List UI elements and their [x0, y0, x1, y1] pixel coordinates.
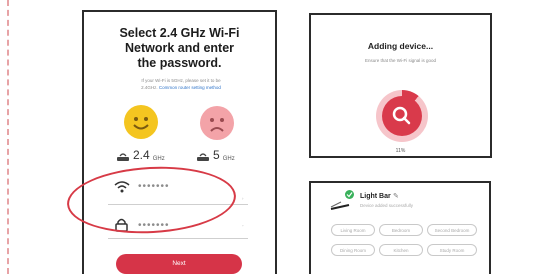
wifi-change-link[interactable]: › [242, 196, 244, 201]
hint-text: 2.4GHz. [141, 85, 158, 90]
password-visibility-toggle[interactable]: ◦ [242, 223, 244, 228]
room-chip[interactable]: Dining Room [331, 244, 375, 256]
sad-face-icon [200, 106, 234, 140]
device-added-screen: Light Bar ✎ Device added successfully Li… [309, 181, 491, 274]
band-5g-unit: GHz [222, 156, 235, 162]
progress-percent: 11% [395, 148, 406, 154]
room-chip[interactable]: Living Room [331, 224, 375, 236]
router-icon [117, 153, 129, 161]
band-2g4-label: 2.4 GHz [116, 148, 165, 162]
room-chip[interactable]: Second Bedroom [427, 224, 477, 236]
screen-title-line-1: Select 2.4 GHz Wi-Fi [119, 26, 240, 40]
room-chip[interactable]: Study Room [427, 244, 477, 256]
device-name: Light Bar [360, 193, 391, 200]
adding-title: Adding device... [367, 41, 434, 51]
hint-line-2: 2.4GHz. Common router setting method [102, 84, 260, 91]
band-5g-value: 5 [213, 148, 220, 162]
check-icon [345, 190, 354, 199]
field-divider [108, 238, 248, 239]
screen-title-line-3: the password. [137, 56, 222, 70]
dashed-divider [7, 0, 9, 274]
adding-subtitle: Ensure that the Wi-Fi signal is good [364, 58, 437, 63]
happy-face-icon [124, 105, 158, 139]
band-5g-label: 5 GHz [196, 148, 235, 162]
router-icon [197, 153, 209, 161]
search-icon [382, 96, 422, 136]
adding-device-screen: Adding device... Ensure that the Wi-Fi s… [309, 13, 492, 158]
band-2g4-unit: GHz [152, 156, 165, 162]
room-chip[interactable]: Bedroom [379, 224, 423, 236]
next-button[interactable]: Next [116, 254, 242, 274]
screen-title-line-2: Network and enter [124, 41, 235, 55]
router-setting-link[interactable]: Common router setting method [159, 85, 221, 90]
device-status: Device added successfully [360, 203, 414, 208]
wifi-setup-screen: Select 2.4 GHz Wi-Fi Network and enter t… [82, 10, 277, 274]
hint-line-1: If your Wi-Fi is 5GHz, please set it to … [141, 78, 221, 83]
pencil-icon[interactable]: ✎ [393, 192, 399, 200]
band-2g4-value: 2.4 [133, 148, 150, 162]
room-chip[interactable]: Kitchen [379, 244, 423, 256]
